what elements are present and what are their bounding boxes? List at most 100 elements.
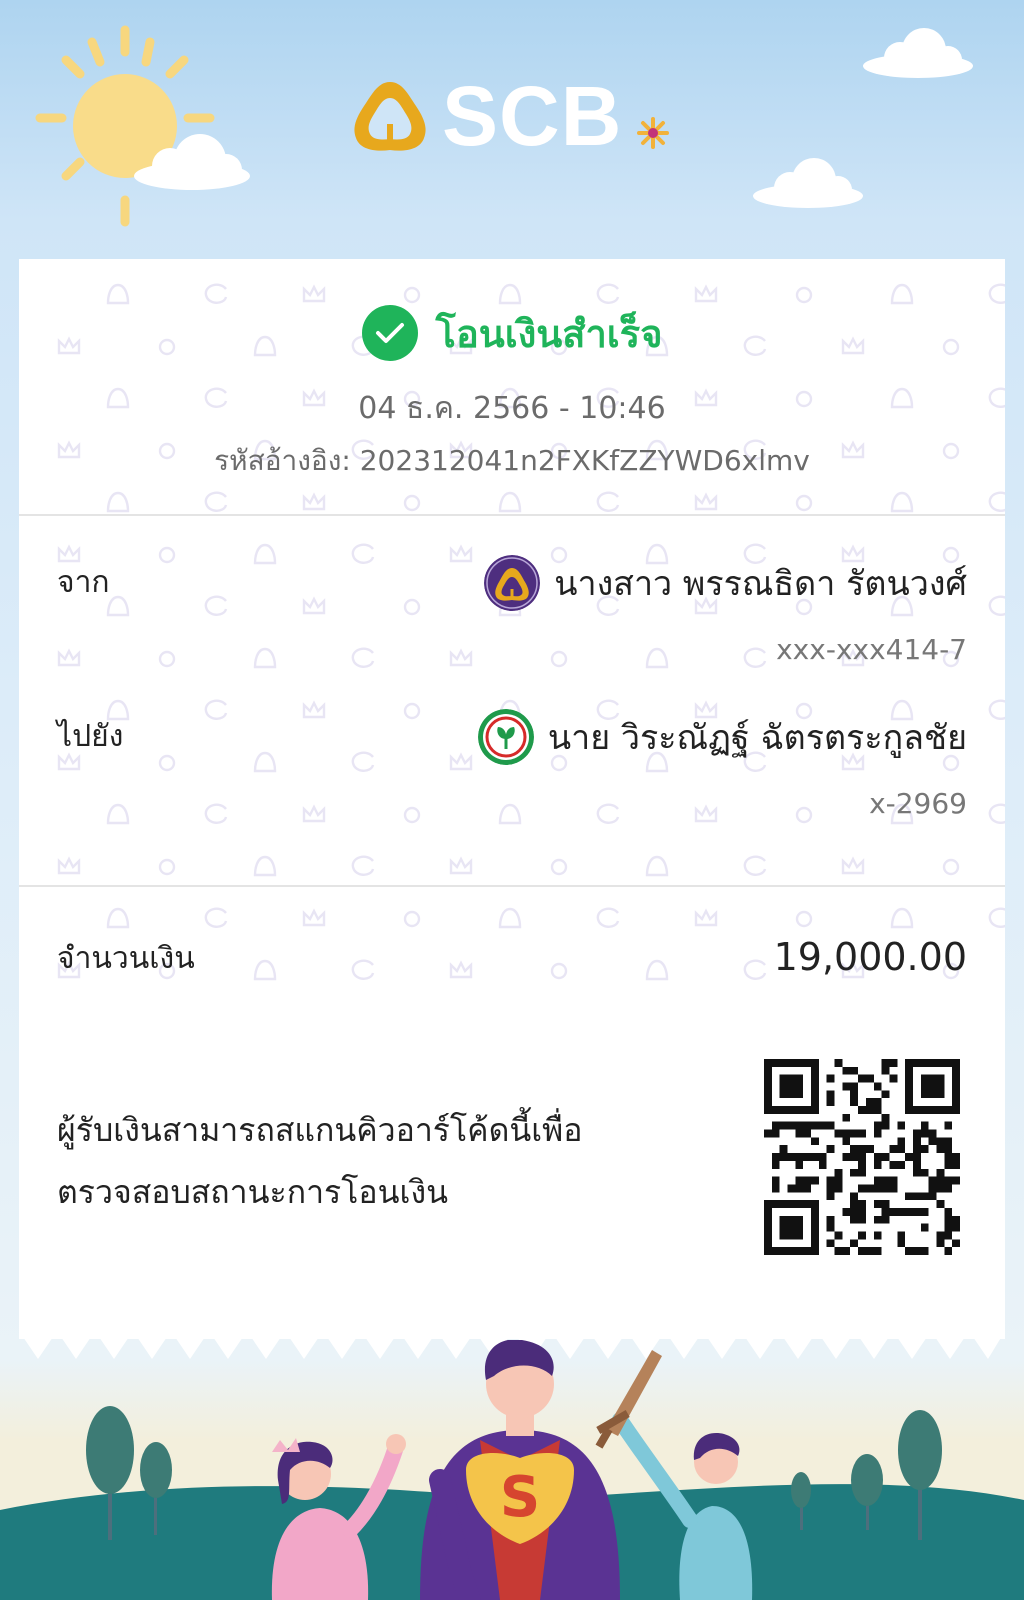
watermark-ring-icon — [795, 494, 813, 512]
qr-module — [897, 1121, 906, 1130]
check-circle-icon — [361, 305, 418, 361]
qr-module — [952, 1160, 960, 1169]
qr-module — [897, 1207, 906, 1216]
qr-module — [826, 1239, 835, 1248]
qr-module — [842, 1137, 851, 1146]
watermark-bell-icon — [106, 907, 130, 929]
watermark-crown-icon — [302, 700, 326, 719]
qr-module — [944, 1160, 953, 1169]
watermark-bell-icon — [498, 803, 522, 825]
qr-module — [873, 1082, 882, 1091]
qr-module — [818, 1160, 827, 1169]
recipient-account: x-2969 — [869, 787, 967, 820]
watermark-ring-icon — [403, 598, 421, 616]
qr-module — [842, 1082, 851, 1091]
qr-module — [842, 1113, 851, 1122]
star-icon — [637, 117, 669, 149]
qr-module — [865, 1106, 874, 1114]
qr-module — [850, 1129, 859, 1138]
qr-module — [826, 1090, 835, 1099]
qr-module — [764, 1129, 772, 1138]
qr-module — [920, 1145, 929, 1154]
watermark-swirl-icon — [988, 491, 1005, 512]
watermark-swirl-icon — [351, 647, 375, 668]
qr-module — [889, 1207, 898, 1216]
qr-module — [795, 1153, 804, 1161]
qr-module — [811, 1137, 819, 1146]
watermark-bell-icon — [253, 647, 277, 669]
qr-module — [928, 1192, 937, 1201]
qr-module — [944, 1137, 953, 1146]
watermark-bell-icon — [498, 907, 522, 929]
cloud-icon — [863, 28, 973, 78]
watermark-ring-icon — [403, 806, 421, 824]
kbank-bank-icon — [477, 709, 534, 765]
qr-module — [811, 1176, 819, 1185]
qr-module — [771, 1184, 780, 1193]
qr-module — [850, 1098, 859, 1107]
qr-module — [818, 1153, 827, 1161]
watermark-ring-icon — [550, 650, 568, 668]
qr-module — [881, 1200, 890, 1208]
watermark-crown-icon — [841, 856, 865, 875]
watermark-swirl-icon — [596, 907, 620, 928]
qr-module — [897, 1239, 906, 1248]
qr-module — [912, 1137, 921, 1146]
qr-module — [826, 1145, 835, 1154]
watermark-crown-icon — [449, 544, 473, 563]
qr-module — [881, 1090, 890, 1099]
qr-module — [912, 1129, 921, 1138]
qr-module — [842, 1153, 851, 1161]
watermark-crown-icon — [694, 284, 718, 303]
qr-module — [826, 1215, 835, 1224]
qr-module — [842, 1129, 851, 1138]
qr-module — [928, 1184, 937, 1193]
qr-module — [834, 1059, 843, 1067]
watermark-ring-icon — [158, 858, 176, 876]
qr-module — [920, 1168, 929, 1177]
qr-module — [858, 1231, 866, 1240]
qr-module — [936, 1239, 945, 1248]
watermark-swirl-icon — [596, 283, 620, 304]
watermark-crown-icon — [449, 752, 473, 771]
qr-module — [881, 1184, 890, 1193]
watermark-swirl-icon — [743, 959, 767, 980]
qr-module — [928, 1137, 937, 1146]
watermark-swirl-icon — [988, 907, 1005, 928]
qr-module — [936, 1168, 945, 1177]
qr-module — [952, 1215, 960, 1224]
qr-module — [881, 1121, 890, 1130]
watermark-ring-icon — [403, 910, 421, 928]
qr-module — [873, 1215, 882, 1224]
qr-module — [912, 1153, 921, 1161]
watermark-swirl-icon — [596, 803, 620, 824]
qr-module — [865, 1098, 874, 1107]
watermark-ring-icon — [403, 702, 421, 720]
qr-module — [850, 1145, 859, 1154]
qr-module — [936, 1231, 945, 1240]
qr-module — [826, 1184, 835, 1193]
qr-module — [803, 1153, 812, 1161]
qr-module — [873, 1160, 882, 1169]
watermark-bell-icon — [106, 491, 130, 513]
watermark-crown-icon — [449, 856, 473, 875]
qr-module — [858, 1168, 866, 1177]
qr-module — [865, 1074, 874, 1083]
qr-instruction-line: ผู้รับเงินสามารถสแกนคิวอาร์โค้ดนี้เพื่อ — [57, 1111, 583, 1149]
qr-module — [936, 1184, 945, 1193]
qr-module — [912, 1247, 921, 1255]
qr-module — [771, 1160, 780, 1169]
qr-module — [944, 1184, 953, 1193]
sender: นางสาว พรรณธิดา รัตนวงศ์ — [484, 555, 967, 611]
qr-module — [803, 1176, 812, 1185]
watermark-bell-icon — [253, 751, 277, 773]
qr-module — [905, 1247, 913, 1255]
qr-module — [920, 1121, 929, 1130]
qr-module — [858, 1160, 866, 1169]
status-label: โอนเงินสำเร็จ — [435, 311, 663, 356]
qr-code-icon[interactable] — [764, 1059, 960, 1255]
qr-module — [881, 1059, 890, 1067]
qr-module — [944, 1215, 953, 1224]
qr-module — [834, 1247, 843, 1255]
qr-module — [795, 1184, 804, 1193]
